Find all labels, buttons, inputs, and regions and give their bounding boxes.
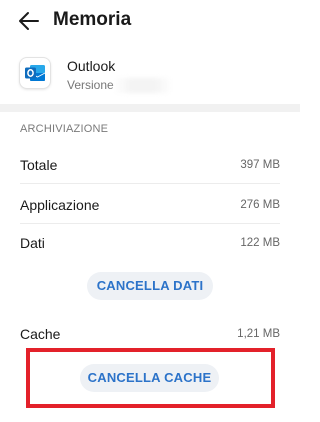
cache-row: Cache 1,21 MB: [0, 320, 300, 350]
clear-data-button[interactable]: CANCELLA DATI: [87, 272, 213, 300]
redacted-version-number: [113, 78, 173, 93]
app-name: Outlook: [67, 58, 116, 74]
outlook-icon: [20, 58, 50, 88]
app-bar: Memoria: [0, 0, 300, 42]
row-label: Totale: [20, 157, 58, 173]
row-label: Applicazione: [20, 197, 100, 213]
row-divider: [20, 183, 280, 184]
arrow-left-icon: [19, 12, 39, 30]
row-value: 397 MB: [240, 159, 280, 171]
highlight-box: [26, 348, 275, 408]
storage-row-data: Dati 122 MB: [0, 229, 300, 259]
page-title: Memoria: [53, 9, 132, 30]
app-info: Outlook Versione: [0, 50, 300, 98]
storage-row-total: Totale 397 MB: [0, 151, 300, 181]
app-version: Versione: [67, 78, 114, 92]
row-label: Dati: [20, 235, 45, 251]
section-title-storage: ARCHIVIAZIONE: [20, 123, 109, 135]
back-button[interactable]: [12, 5, 48, 37]
row-value: 276 MB: [240, 199, 280, 211]
section-divider: [0, 104, 300, 112]
storage-row-app: Applicazione 276 MB: [0, 191, 300, 221]
row-divider: [20, 223, 280, 224]
row-label: Cache: [20, 326, 61, 342]
row-value: 122 MB: [240, 237, 280, 249]
row-value: 1,21 MB: [237, 328, 280, 340]
